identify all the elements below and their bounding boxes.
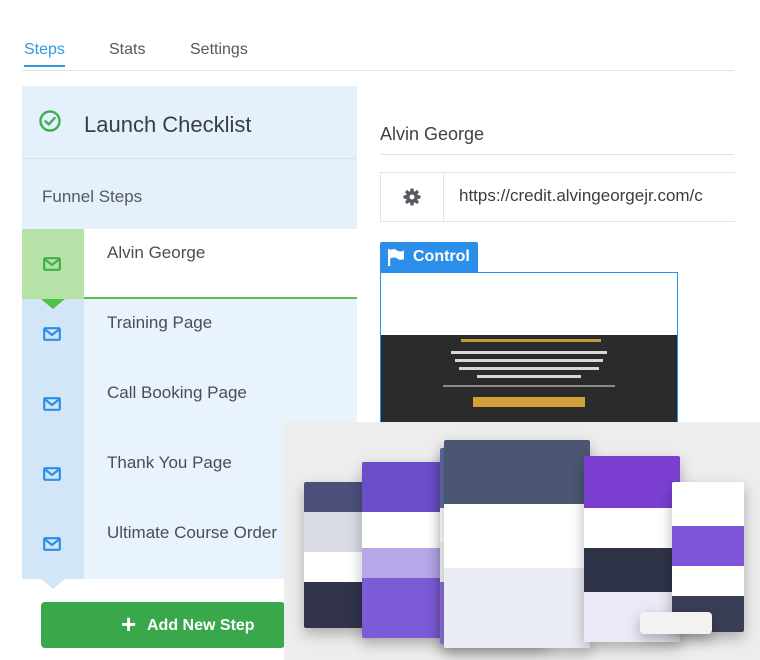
page-preview-thumbnail[interactable] bbox=[380, 272, 678, 424]
control-variant-tag[interactable]: Control bbox=[380, 242, 478, 272]
step-icon-box bbox=[22, 509, 84, 579]
preview-cta-button bbox=[473, 397, 585, 407]
add-new-step-button[interactable]: + Add New Step bbox=[41, 602, 285, 648]
mockup-page bbox=[444, 440, 590, 648]
template-mockup-image bbox=[284, 422, 760, 660]
page-url-field[interactable]: https://credit.alvingeorgejr.com/c bbox=[380, 172, 735, 222]
step-label: Thank You Page bbox=[107, 453, 232, 472]
tab-bar: Steps Stats Settings bbox=[22, 20, 734, 71]
step-label: Ultimate Course Order bbox=[107, 523, 278, 542]
mockup-phone bbox=[640, 612, 712, 634]
preview-hero bbox=[381, 335, 677, 423]
step-label: Alvin George bbox=[107, 243, 206, 262]
step-label: Call Booking Page bbox=[107, 383, 247, 402]
step-pointer bbox=[41, 509, 65, 519]
flag-icon bbox=[388, 249, 404, 266]
check-circle-icon bbox=[39, 110, 61, 132]
tab-steps[interactable]: Steps bbox=[24, 41, 65, 67]
step-training-page[interactable]: Training Page bbox=[22, 299, 357, 379]
step-pointer bbox=[41, 579, 65, 589]
funnel-steps-heading: Funnel Steps bbox=[22, 159, 357, 229]
tab-stats[interactable]: Stats bbox=[109, 41, 145, 59]
preview-text-line bbox=[455, 359, 603, 362]
envelope-icon bbox=[43, 537, 61, 551]
add-new-step-label: Add New Step bbox=[147, 617, 255, 634]
envelope-icon bbox=[43, 327, 61, 341]
launch-checklist-header[interactable]: Launch Checklist bbox=[22, 86, 357, 159]
step-icon-box bbox=[22, 369, 84, 439]
gear-icon bbox=[403, 188, 421, 206]
step-pointer bbox=[41, 299, 65, 309]
launch-checklist-title: Launch Checklist bbox=[84, 112, 252, 137]
step-alvin-george[interactable]: Alvin George bbox=[22, 229, 357, 309]
plus-icon: + bbox=[121, 609, 137, 639]
step-icon-box bbox=[22, 299, 84, 369]
preview-text-line bbox=[451, 351, 607, 354]
step-pointer bbox=[41, 369, 65, 379]
mockup-page bbox=[672, 482, 744, 632]
preview-text-line bbox=[477, 375, 581, 378]
step-label: Training Page bbox=[107, 313, 213, 332]
mockup-page bbox=[362, 462, 452, 638]
preview-text-line bbox=[443, 385, 615, 387]
page-url: https://credit.alvingeorgejr.com/c bbox=[459, 186, 703, 205]
url-settings-button[interactable] bbox=[381, 173, 444, 221]
envelope-icon bbox=[43, 397, 61, 411]
preview-headline-bar bbox=[461, 339, 601, 342]
preview-text-line bbox=[459, 367, 599, 370]
envelope-icon bbox=[43, 257, 61, 271]
control-label: Control bbox=[413, 248, 470, 265]
divider bbox=[380, 154, 734, 155]
step-icon-box bbox=[22, 229, 84, 299]
tab-settings[interactable]: Settings bbox=[190, 41, 248, 59]
step-pointer bbox=[41, 439, 65, 449]
funnel-steps-label: Funnel Steps bbox=[42, 187, 143, 206]
step-icon-box bbox=[22, 439, 84, 509]
page-name: Alvin George bbox=[380, 124, 485, 144]
envelope-icon bbox=[43, 467, 61, 481]
